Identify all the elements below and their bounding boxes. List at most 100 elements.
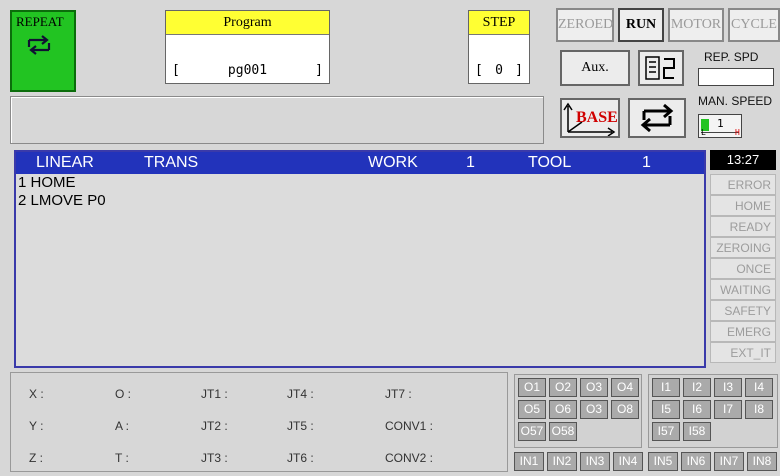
step-value: [ 0 ] bbox=[469, 63, 529, 78]
man-speed-label: MAN. SPEED bbox=[698, 94, 773, 108]
bracket-open: [ bbox=[475, 63, 483, 78]
output-signal[interactable]: O8 bbox=[611, 400, 639, 419]
zeroed-button[interactable]: ZEROED bbox=[556, 8, 614, 42]
step-number: 0 bbox=[495, 63, 503, 78]
coord-conv2-label: CONV2 : bbox=[385, 451, 434, 465]
input-signal[interactable]: I5 bbox=[652, 400, 680, 419]
input-signal[interactable]: I7 bbox=[714, 400, 742, 419]
repeat-mode-indicator[interactable]: REPEAT bbox=[10, 10, 76, 92]
in-button[interactable]: IN7 bbox=[714, 452, 744, 471]
coord-z-label: Z : bbox=[29, 451, 43, 465]
repeat-icon bbox=[27, 35, 51, 55]
coord-a-label: A : bbox=[115, 419, 130, 433]
output-signal[interactable]: O57 bbox=[518, 422, 546, 441]
motor-button[interactable]: MOTOR bbox=[668, 8, 724, 42]
output-signal[interactable]: O6 bbox=[549, 400, 577, 419]
man-speed-scale bbox=[701, 132, 739, 133]
base-coordinate-button[interactable]: BASE bbox=[560, 98, 620, 138]
message-bar bbox=[10, 96, 544, 144]
base-axes-icon: BASE bbox=[563, 102, 618, 137]
status-waiting: WAITING bbox=[710, 279, 776, 300]
bracket-open: [ bbox=[172, 63, 180, 78]
status-ext-it: EXT_IT bbox=[710, 342, 776, 363]
listing-header: LINEAR TRANS WORK 1 TOOL 1 bbox=[16, 152, 704, 174]
coord-jt1-label: JT1 : bbox=[201, 387, 228, 401]
status-ready: READY bbox=[710, 216, 776, 237]
rep-spd-label: REP. SPD bbox=[704, 50, 759, 64]
tool-label: TOOL bbox=[528, 154, 572, 171]
cycle-icon bbox=[640, 103, 674, 133]
clock: 13:27 bbox=[710, 150, 776, 170]
status-once: ONCE bbox=[710, 258, 776, 279]
coord-y-label: Y : bbox=[29, 419, 44, 433]
output-signal[interactable]: O1 bbox=[518, 378, 546, 397]
tool-value: 1 bbox=[642, 154, 651, 171]
coord-jt2-label: JT2 : bbox=[201, 419, 228, 433]
cycle-button[interactable]: CYCLE bbox=[728, 8, 780, 42]
in-button[interactable]: IN3 bbox=[580, 452, 610, 471]
step-box[interactable]: STEP [ 0 ] bbox=[468, 10, 530, 84]
bracket-close: ] bbox=[315, 63, 323, 78]
work-value: 1 bbox=[466, 154, 475, 171]
step-list-button[interactable] bbox=[638, 50, 684, 86]
man-speed-value: 1 bbox=[717, 117, 724, 130]
coord-jt5-label: JT5 : bbox=[287, 419, 314, 433]
output-signal[interactable]: O3 bbox=[580, 378, 608, 397]
status-zeroing: ZEROING bbox=[710, 237, 776, 258]
in-button[interactable]: IN1 bbox=[514, 452, 544, 471]
output-signal[interactable]: O58 bbox=[549, 422, 577, 441]
interpolation-mode: LINEAR bbox=[36, 154, 94, 171]
program-box[interactable]: Program [ pg001 ] bbox=[165, 10, 330, 84]
program-header: Program bbox=[166, 11, 329, 35]
in-button[interactable]: IN5 bbox=[648, 452, 678, 471]
input-signal[interactable]: I57 bbox=[652, 422, 680, 441]
status-emerg: EMERG bbox=[710, 321, 776, 342]
coord-o-label: O : bbox=[115, 387, 132, 401]
status-home: HOME bbox=[710, 195, 776, 216]
input-signal[interactable]: I2 bbox=[683, 378, 711, 397]
coord-jt4-label: JT4 : bbox=[287, 387, 314, 401]
coord-jt6-label: JT6 : bbox=[287, 451, 314, 465]
program-line[interactable]: 1 HOME bbox=[16, 174, 704, 192]
input-signal[interactable]: I1 bbox=[652, 378, 680, 397]
coord-conv1-label: CONV1 : bbox=[385, 419, 434, 433]
program-value: [ pg001 ] bbox=[166, 63, 329, 78]
bracket-close: ] bbox=[515, 63, 523, 78]
input-signal[interactable]: I3 bbox=[714, 378, 742, 397]
coord-t-label: T : bbox=[115, 451, 129, 465]
repeat-label: REPEAT bbox=[16, 14, 64, 29]
man-speed-low: L bbox=[701, 128, 706, 137]
status-safety: SAFETY bbox=[710, 300, 776, 321]
base-label: BASE bbox=[576, 109, 618, 126]
output-signal[interactable]: O2 bbox=[549, 378, 577, 397]
output-signal[interactable]: O4 bbox=[611, 378, 639, 397]
input-signal[interactable]: I6 bbox=[683, 400, 711, 419]
coord-x-label: X : bbox=[29, 387, 44, 401]
coordinate-panel: X : O : JT1 : JT4 : JT7 : Y : A : JT2 : … bbox=[10, 372, 508, 472]
status-error: ERROR bbox=[710, 174, 776, 195]
coordinate-mode: TRANS bbox=[144, 154, 199, 171]
input-signal[interactable]: I58 bbox=[683, 422, 711, 441]
rep-spd-field[interactable] bbox=[698, 68, 774, 86]
continuous-cycle-button[interactable] bbox=[628, 98, 686, 138]
coord-jt7-label: JT7 : bbox=[385, 387, 412, 401]
in-button[interactable]: IN8 bbox=[747, 452, 777, 471]
run-button[interactable]: RUN bbox=[618, 8, 664, 42]
man-speed-high: H bbox=[735, 128, 740, 137]
in-button[interactable]: IN4 bbox=[613, 452, 643, 471]
input-signal[interactable]: I4 bbox=[745, 378, 773, 397]
in-button[interactable]: IN2 bbox=[547, 452, 577, 471]
in-button[interactable]: IN6 bbox=[681, 452, 711, 471]
coord-jt3-label: JT3 : bbox=[201, 451, 228, 465]
step-list-icon bbox=[645, 56, 675, 80]
output-signal[interactable]: O5 bbox=[518, 400, 546, 419]
program-name: pg001 bbox=[227, 63, 268, 78]
program-listing[interactable]: LINEAR TRANS WORK 1 TOOL 1 1 HOME 2 LMOV… bbox=[14, 150, 706, 368]
man-speed-selector[interactable]: 1 L H bbox=[698, 114, 742, 138]
program-line[interactable]: 2 LMOVE P0 bbox=[16, 192, 704, 210]
aux-button[interactable]: Aux. bbox=[560, 50, 630, 86]
step-header: STEP bbox=[469, 11, 529, 35]
output-signal[interactable]: O3 bbox=[580, 400, 608, 419]
work-label: WORK bbox=[368, 154, 418, 171]
input-signal[interactable]: I8 bbox=[745, 400, 773, 419]
